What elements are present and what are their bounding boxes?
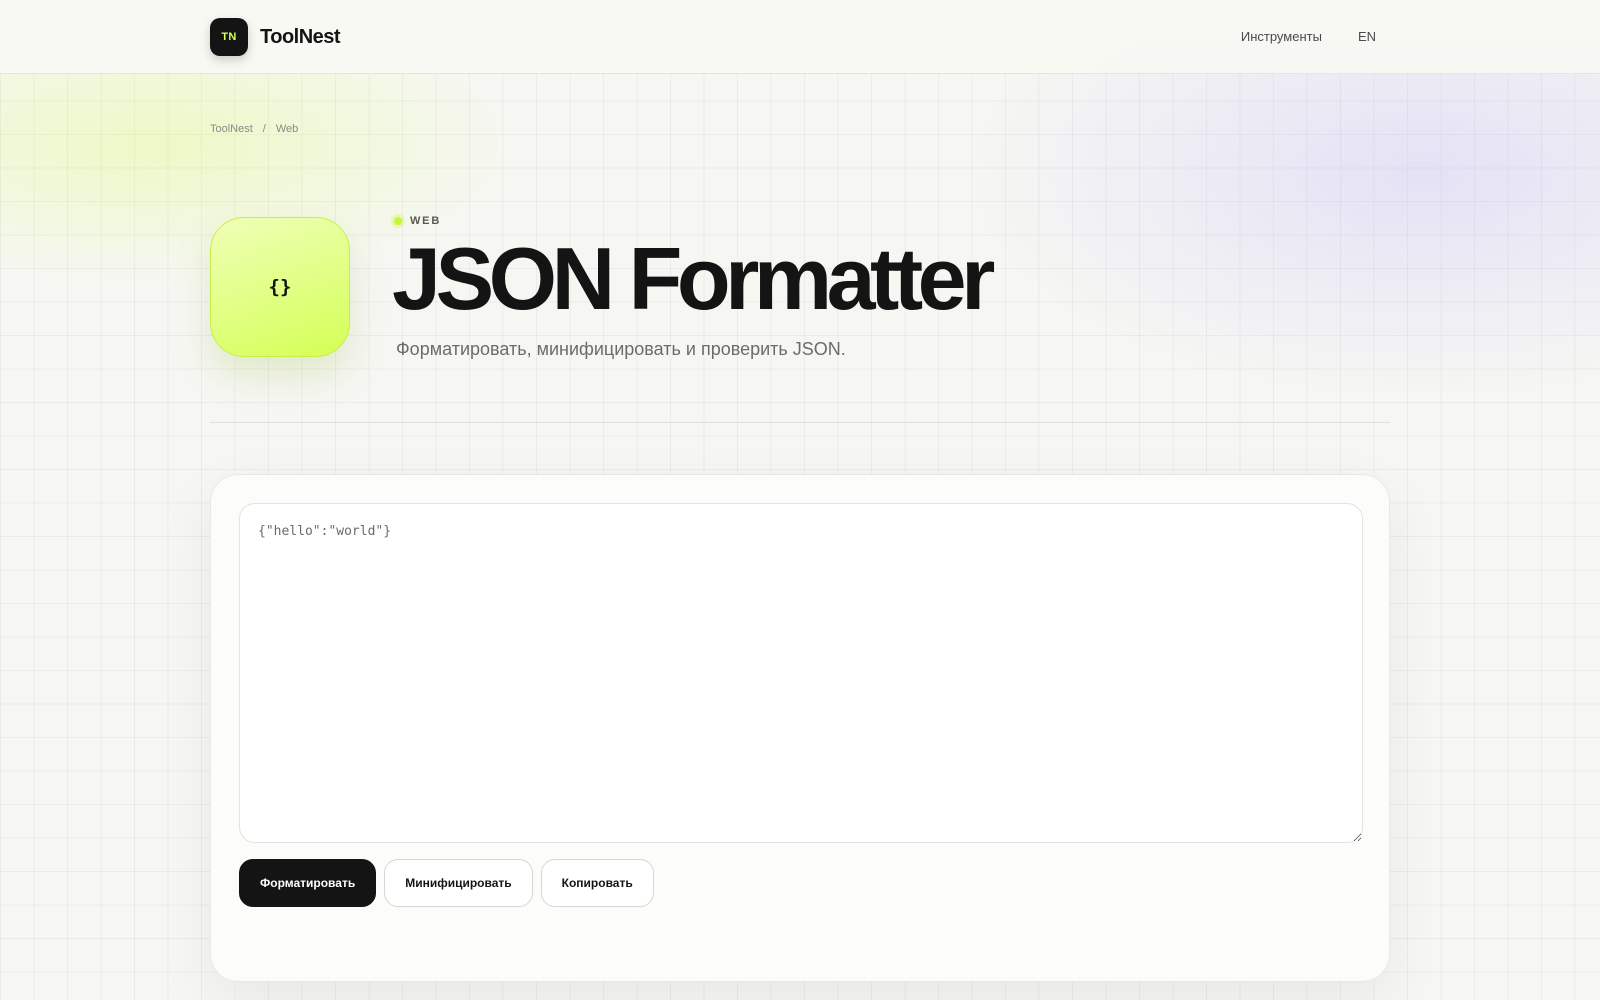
language-switch[interactable]: EN xyxy=(1358,29,1376,44)
breadcrumb: ToolNest / Web xyxy=(210,123,298,135)
brand-name: ToolNest xyxy=(260,25,341,48)
breadcrumb-item-home[interactable]: ToolNest xyxy=(210,123,253,135)
page-title: JSON Formatter xyxy=(392,229,995,328)
category-tag: WEB xyxy=(394,215,441,227)
nav-link-tools[interactable]: Инструменты xyxy=(1241,29,1322,44)
background-glow-right xyxy=(920,40,1600,420)
category-dot-icon xyxy=(394,217,402,225)
top-bar: TN ToolNest Инструменты EN xyxy=(0,0,1600,74)
main-nav: Инструменты EN xyxy=(1241,29,1376,44)
logo-badge: TN xyxy=(210,18,248,56)
breadcrumb-separator: / xyxy=(262,123,266,135)
json-input[interactable]: {"hello":"world"} xyxy=(239,503,1363,843)
breadcrumb-item-web[interactable]: Web xyxy=(276,123,298,135)
minify-button[interactable]: Минифицировать xyxy=(384,859,533,907)
tool-card: {"hello":"world"} Форматировать Минифици… xyxy=(210,474,1390,982)
format-button[interactable]: Форматировать xyxy=(239,859,377,907)
action-bar: Форматировать Минифицировать Копировать xyxy=(239,859,654,907)
section-divider xyxy=(210,422,1390,423)
braces-icon: {} xyxy=(210,217,350,357)
page-subtitle: Форматировать, минифицировать и проверит… xyxy=(396,339,846,359)
logo[interactable]: TN ToolNest xyxy=(210,18,341,56)
category-label: WEB xyxy=(410,215,442,227)
copy-button[interactable]: Копировать xyxy=(540,859,654,907)
